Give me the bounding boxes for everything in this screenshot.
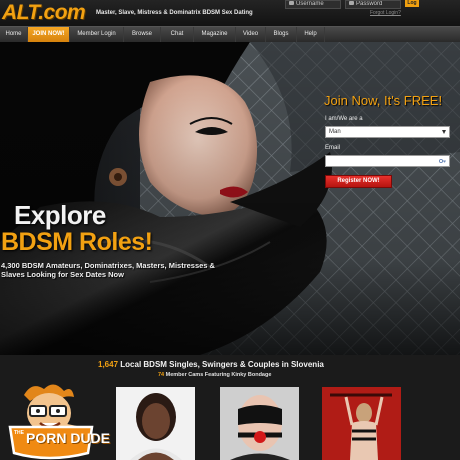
singles-heading: 1,647 Local BDSM Singles, Swingers & Cou… (98, 360, 324, 369)
register-button[interactable]: Register NOW! (325, 175, 392, 188)
site-tagline: Master, Slave, Mistress & Dominatrix BDS… (96, 10, 253, 16)
nav-join-now[interactable]: JOIN NOW! (28, 27, 70, 43)
nav-magazine[interactable]: Magazine (194, 27, 236, 43)
nav-home[interactable]: Home (0, 27, 28, 43)
nav-chat[interactable]: Chat (161, 27, 194, 43)
username-placeholder: Username (296, 1, 324, 7)
hero-subtitle-line-1: 4,300 BDSM Amateurs, Dominatrixes, Maste… (1, 261, 215, 270)
email-label: Email (325, 145, 341, 151)
member-photo-image (322, 387, 401, 460)
member-photo[interactable] (220, 387, 299, 460)
forgot-login-link[interactable]: Forgot Login? (370, 10, 401, 16)
member-photo[interactable] (116, 387, 195, 460)
member-photo[interactable] (322, 387, 401, 460)
header: ALT.com Master, Slave, Mistress & Domina… (0, 0, 460, 26)
nav-member-login[interactable]: Member Login (70, 27, 124, 43)
hero-photo (0, 42, 460, 355)
join-form-title: Join Now, It's FREE! (324, 93, 443, 108)
user-icon (289, 1, 294, 6)
cams-count: 74 (158, 372, 165, 378)
singles-text: Local BDSM Singles, Swingers & Couples i… (120, 360, 324, 369)
hero-subtitle-line-2: Slaves Looking for Sex Dates Now (1, 270, 124, 279)
porn-dude-mascot (8, 384, 94, 460)
badge-name: PORN DUDE (26, 430, 111, 446)
iam-label: I am/We are a (325, 116, 363, 122)
email-field[interactable] (325, 155, 450, 167)
main-nav: Home JOIN NOW! Member Login Browse Chat … (0, 26, 460, 43)
password-input[interactable]: Password (345, 0, 401, 9)
cams-text: Member Cams Featuring Kinky Bondage (165, 372, 272, 378)
lock-icon (349, 1, 354, 6)
hero-roles-heading: BDSM Roles! (1, 228, 153, 256)
nav-video[interactable]: Video (236, 27, 266, 43)
listing-section: 1,647 Local BDSM Singles, Swingers & Cou… (0, 355, 460, 460)
nav-browse[interactable]: Browse (124, 27, 161, 43)
badge-the: THE (14, 430, 24, 436)
member-photo-image (116, 387, 195, 460)
iam-select[interactable]: Man (325, 126, 450, 138)
cams-line: 74 Member Cams Featuring Kinky Bondage (158, 372, 271, 378)
member-photo-image (220, 387, 299, 460)
hero-explore-heading: Explore (14, 200, 106, 230)
porn-dude-badge[interactable]: THE PORN DUDE (4, 383, 110, 460)
singles-count: 1,647 (98, 360, 119, 369)
site-logo[interactable]: ALT.com (2, 1, 86, 25)
login-button[interactable]: Log (405, 0, 419, 7)
chevron-down-icon (442, 130, 446, 134)
username-input[interactable]: Username (285, 0, 341, 9)
nav-help[interactable]: Help (297, 27, 325, 43)
hero-banner: Explore BDSM Roles! 4,300 BDSM Amateurs,… (0, 42, 460, 355)
password-placeholder: Password (356, 1, 383, 7)
key-icon (439, 158, 446, 164)
nav-blogs[interactable]: Blogs (266, 27, 297, 43)
iam-selected-value: Man (329, 129, 341, 135)
page: ALT.com Master, Slave, Mistress & Domina… (0, 0, 460, 460)
